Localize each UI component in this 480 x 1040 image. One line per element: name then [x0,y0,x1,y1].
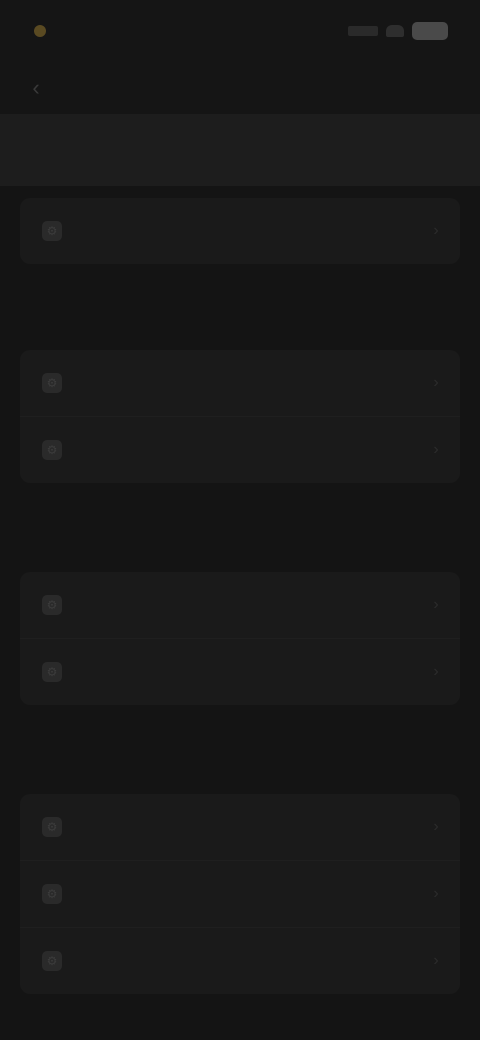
chevron-right-icon: › [433,441,439,458]
settings-icon: ⚙ [42,884,62,904]
chevron-right-icon: › [433,222,439,239]
settings-row[interactable]: ⚙ › [20,572,460,638]
settings-icon: ⚙ [42,373,62,393]
settings-card-4: ⚙ › ⚙ › ⚙ › [20,794,460,994]
settings-row[interactable]: ⚙ › [20,927,460,994]
settings-row[interactable]: ⚙ › [20,860,460,927]
settings-icon: ⚙ [42,440,62,460]
settings-card-3: ⚙ › ⚙ › [20,572,460,705]
settings-row[interactable]: ⚙ › [20,416,460,483]
settings-card-1: ⚙ › [20,198,460,264]
status-time [34,20,52,40]
settings-row[interactable]: ⚙ › [20,794,460,860]
settings-card-2: ⚙ › ⚙ › [20,350,460,483]
navigation-bar: ‹ [0,62,480,114]
chevron-right-icon: › [433,952,439,969]
chevron-right-icon: › [433,596,439,613]
settings-row[interactable]: ⚙ › [20,198,460,264]
status-icons [348,20,448,42]
back-button[interactable]: ‹ [22,74,50,102]
signal-icon [348,26,378,36]
chevron-right-icon: › [433,663,439,680]
settings-icon: ⚙ [42,662,62,682]
status-bar [0,0,480,62]
chevron-right-icon: › [433,374,439,391]
settings-icon: ⚙ [42,595,62,615]
status-dot-icon [34,25,46,38]
settings-icon: ⚙ [42,221,62,241]
chevron-right-icon: › [433,818,439,835]
settings-row[interactable]: ⚙ › [20,638,460,705]
settings-screen: ‹ ⚙ › ⚙ › ⚙ › ⚙ › ⚙ › ⚙ › ⚙ › ⚙ › [0,0,480,1040]
chevron-right-icon: › [433,885,439,902]
settings-icon: ⚙ [42,951,62,971]
settings-icon: ⚙ [42,817,62,837]
wifi-icon [386,25,404,37]
chevron-left-icon: ‹ [32,75,40,100]
top-section [0,114,480,186]
battery-icon [412,22,448,40]
settings-row[interactable]: ⚙ › [20,350,460,416]
